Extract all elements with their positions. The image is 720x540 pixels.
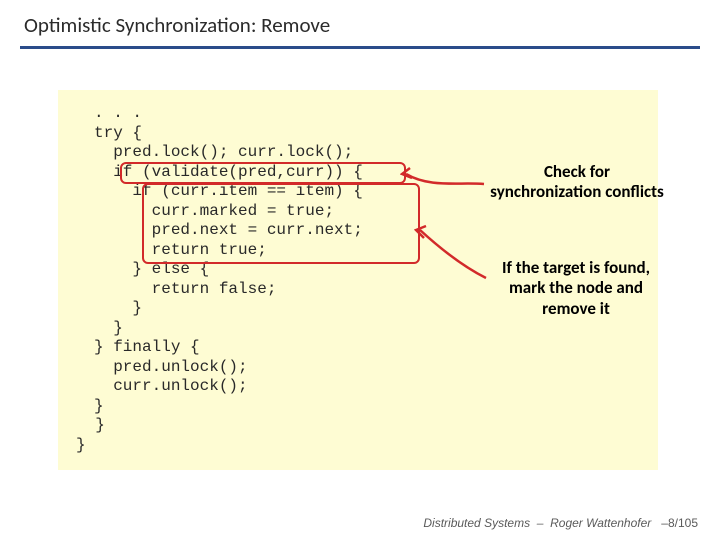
code-line: } [94,299,142,317]
code-line: pred.lock(); curr.lock(); [94,143,353,161]
footer-sep: – [537,516,544,530]
code-line: return false; [94,280,276,298]
footer-course: Distributed Systems [423,516,530,530]
code-line: } [76,436,86,454]
code-line: } [94,319,123,337]
annotation-line: mark the node and [509,277,643,298]
footer-page: –8/105 [661,516,698,530]
code-line: try { [94,124,142,142]
annotation-line: synchronization conflicts [490,181,664,202]
footer-author: Roger Wattenhofer [550,516,651,530]
highlight-box-validate [120,162,406,184]
footer: Distributed Systems – Roger Wattenhofer … [423,516,698,530]
annotation-line: If the target is found, [502,257,650,278]
code-line: } [94,397,104,415]
slide-title: Optimistic Synchronization: Remove [24,12,696,38]
code-line: } finally { [94,338,200,356]
annotation-line: Check for [544,161,610,182]
highlight-box-body [142,183,420,264]
code-line: . . . [94,104,142,122]
code-line: } [76,416,105,434]
title-divider [20,46,700,49]
annotation-found: If the target is found, mark the node an… [468,258,684,319]
code-line: pred.unlock(); [94,358,248,376]
code-line: curr.unlock(); [94,377,248,395]
annotation-line: remove it [542,298,610,319]
annotation-check: Check for synchronization conflicts [472,162,682,203]
